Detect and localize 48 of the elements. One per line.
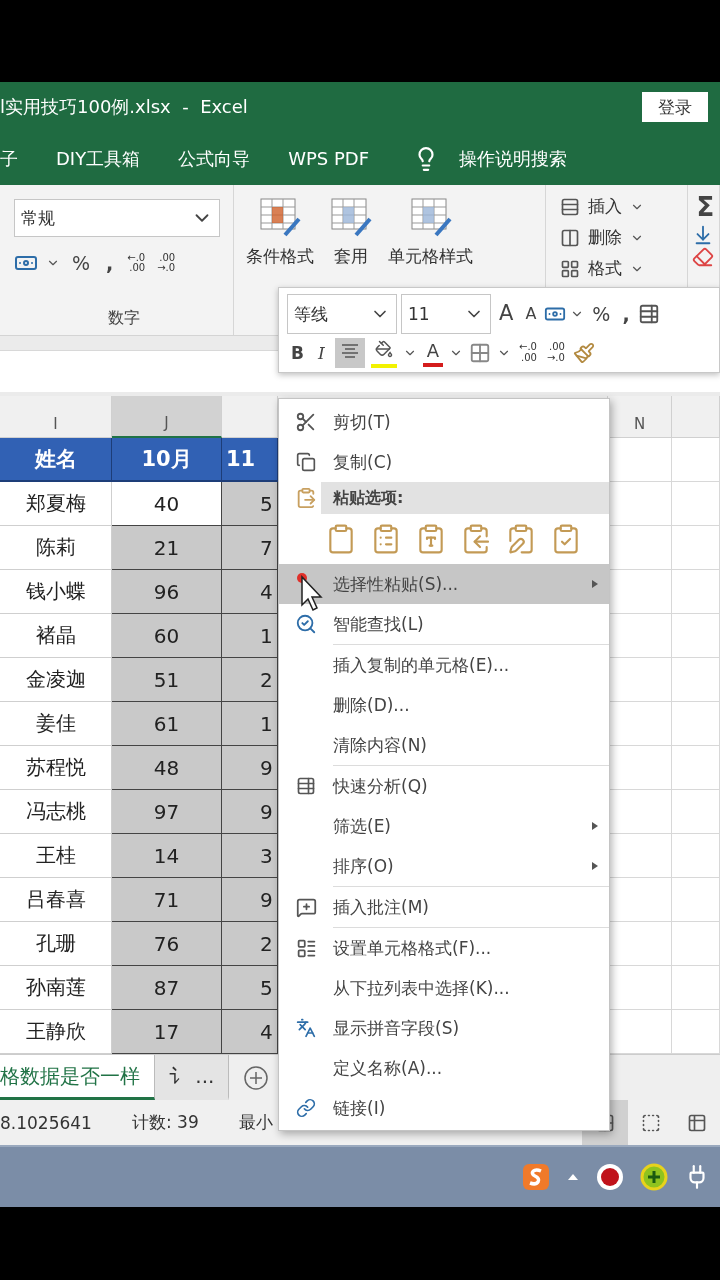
- window-title: l实用技巧100例.xlsx - Excel: [0, 95, 248, 119]
- table-cell: 4: [222, 570, 278, 614]
- table-cell: 76: [112, 922, 222, 966]
- status-text: 最小: [238, 1111, 273, 1134]
- table-cell: 钱小蝶: [0, 570, 112, 614]
- table-cell: 陈莉: [0, 526, 112, 570]
- table-cell: 97: [112, 790, 222, 834]
- table-cell: 21: [112, 526, 222, 570]
- table-cell: 2: [222, 658, 278, 702]
- table-header-cell: 姓名: [0, 438, 112, 482]
- table-cell: 51: [112, 658, 222, 702]
- table-cell: 96: [112, 570, 222, 614]
- table-header-cell: 11: [222, 438, 278, 482]
- table-cell: 冯志桃: [0, 790, 112, 834]
- table-cell: 吕春喜: [0, 878, 112, 922]
- table-cell: 褚晶: [0, 614, 112, 658]
- paste-options-heading: 粘贴选项:: [321, 482, 609, 514]
- table-cell: 40: [112, 482, 222, 526]
- table-cell: 14: [112, 834, 222, 878]
- table-header-cell: 10月: [112, 438, 222, 482]
- status-text: 8.1025641: [0, 1112, 92, 1133]
- table-cell: 3: [222, 834, 278, 878]
- table-cell: 71: [112, 878, 222, 922]
- table-cell: 17: [112, 1010, 222, 1054]
- table-cell: 王静欣: [0, 1010, 112, 1054]
- table-cell: 48: [112, 746, 222, 790]
- table-cell: 9: [222, 746, 278, 790]
- table-cell: 1: [222, 702, 278, 746]
- table-cell: 孙南莲: [0, 966, 112, 1010]
- table-cell: 9: [222, 790, 278, 834]
- table-cell: 87: [112, 966, 222, 1010]
- table-cell: 2: [222, 922, 278, 966]
- group-label: 数字: [107, 308, 140, 329]
- table-cell: 7: [222, 526, 278, 570]
- table-cell: 61: [112, 702, 222, 746]
- table-cell: 5: [222, 482, 278, 526]
- table-cell: 1: [222, 614, 278, 658]
- table-cell: 王桂: [0, 834, 112, 878]
- status-text: 计数: 39: [131, 1111, 199, 1134]
- table-cell: 金凌迦: [0, 658, 112, 702]
- table-cell: 姜佳: [0, 702, 112, 746]
- table-cell: 4: [222, 1010, 278, 1054]
- table-cell: 5: [222, 966, 278, 1010]
- table-cell: 孔珊: [0, 922, 112, 966]
- table-cell: 郑夏梅: [0, 482, 112, 526]
- table-cell: 苏程悦: [0, 746, 112, 790]
- table-cell: 9: [222, 878, 278, 922]
- table-cell: 60: [112, 614, 222, 658]
